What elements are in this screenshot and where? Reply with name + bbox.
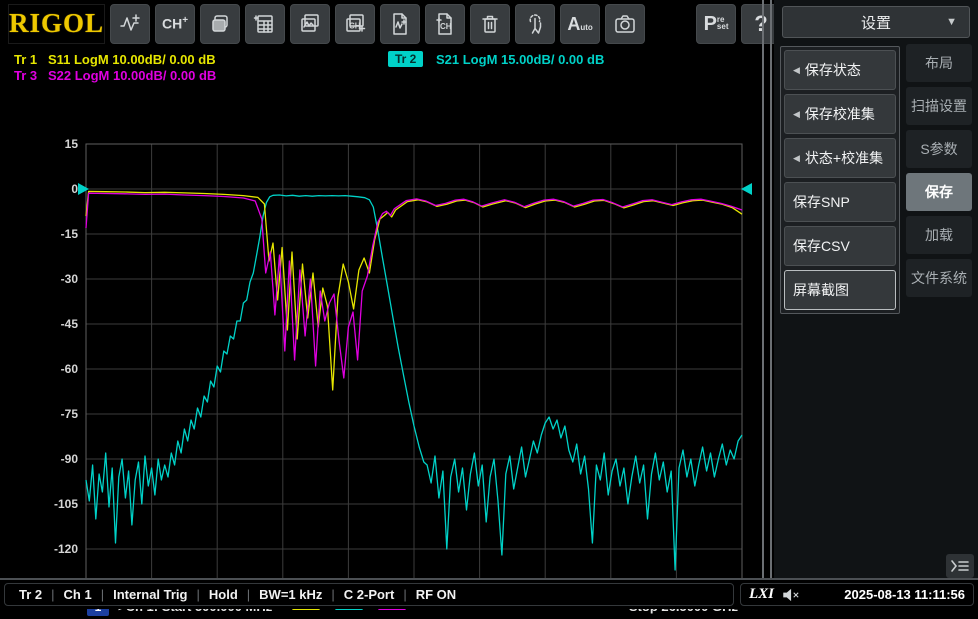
- svg-text:CH: CH: [349, 21, 361, 30]
- auto-icon: Auto: [567, 13, 593, 34]
- svg-text:-120: -120: [54, 542, 78, 556]
- svg-text:-45: -45: [61, 317, 79, 331]
- tab-load[interactable]: 加载: [906, 216, 972, 254]
- window-trace-icon: [301, 13, 319, 32]
- settings-sidebar: 设置 ▼ ◀ 保存状态 ◀ 保存校准集 ◀ 状态+校准集 保存SNP 保存CSV 屏幕…: [774, 0, 978, 578]
- status-if-bandwidth[interactable]: BW=1 kHz: [259, 587, 322, 602]
- add-trace-button[interactable]: [110, 3, 151, 44]
- left-arrow-icon: ◀: [793, 152, 800, 163]
- status-system-area: LXI 2025-08-13 11:11:56: [740, 583, 974, 606]
- svg-text:-60: -60: [61, 362, 79, 376]
- trace-window-button[interactable]: [290, 3, 331, 44]
- file-trace-icon: [393, 12, 407, 35]
- svg-text:0: 0: [71, 182, 78, 196]
- touch-button[interactable]: [515, 3, 556, 44]
- table-list-icon: [253, 14, 273, 33]
- panel-divider-right[interactable]: [770, 0, 772, 578]
- tab-file-system[interactable]: 文件系统: [906, 259, 972, 297]
- save-trace-file-button[interactable]: [380, 3, 421, 44]
- window-layout-button[interactable]: [200, 3, 241, 44]
- tab-save[interactable]: 保存: [906, 173, 972, 211]
- toolbar: RIGOL CH+ CH CH Auto P re set: [0, 0, 782, 47]
- state-plus-calset-button[interactable]: ◀ 状态+校准集: [784, 138, 896, 178]
- save-calset-button[interactable]: ◀ 保存校准集: [784, 94, 896, 134]
- tab-layout[interactable]: 布局: [906, 44, 972, 82]
- chevron-down-icon: ▼: [946, 16, 957, 28]
- hide-menu-button[interactable]: [946, 554, 974, 578]
- camera-icon: [615, 14, 635, 33]
- trace2-active-badge[interactable]: Tr 2: [388, 51, 424, 67]
- tab-sweep-settings[interactable]: 扫描设置: [906, 87, 972, 125]
- datetime-display: 2025-08-13 11:11:56: [844, 587, 965, 602]
- prompt-menu-icon: [951, 560, 969, 572]
- svg-text:-30: -30: [61, 272, 79, 286]
- status-message-area: Tr 2 | Ch 1 | Internal Trig | Hold | BW=1 kH…: [4, 583, 734, 606]
- left-arrow-icon: ◀: [793, 108, 800, 119]
- save-state-button[interactable]: ◀ 保存状态: [784, 50, 896, 90]
- touch-hand-icon: [529, 13, 542, 34]
- file-channel-icon: CH: [436, 12, 452, 35]
- graph-area: Tr 1 S11 LogM 10.00dB/ 0.00 dB Tr 3 S22 …: [0, 47, 762, 616]
- save-submenu: ◀ 保存状态 ◀ 保存校准集 ◀ 状态+校准集 保存SNP 保存CSV 屏幕截图: [780, 46, 900, 314]
- trace1-annotation[interactable]: Tr 1 S11 LogM 10.00dB/ 0.00 dB: [14, 52, 216, 67]
- rigol-logo: RIGOL: [8, 3, 106, 44]
- channel-window-button[interactable]: CH: [335, 3, 376, 44]
- left-arrow-icon: ◀: [793, 64, 800, 75]
- save-snp-button[interactable]: 保存SNP: [784, 182, 896, 222]
- tab-s-parameters[interactable]: S参数: [906, 130, 972, 168]
- lxi-logo[interactable]: LXI: [749, 586, 774, 603]
- preset-button[interactable]: P re set: [696, 3, 737, 44]
- speaker-muted-icon[interactable]: [782, 588, 800, 602]
- sparameter-plot[interactable]: 150-15-30-45-60-75-90-105-120-135: [0, 137, 762, 600]
- status-sweep-state[interactable]: Hold: [209, 587, 238, 602]
- svg-text:15: 15: [65, 137, 79, 151]
- status-trigger[interactable]: Internal Trig: [113, 587, 187, 602]
- status-active-channel[interactable]: Ch 1: [64, 587, 92, 602]
- svg-text:CH: CH: [440, 22, 452, 31]
- svg-text:-75: -75: [61, 407, 79, 421]
- auto-scale-button[interactable]: Auto: [560, 3, 601, 44]
- settings-tabs: 布局 扫描设置 S参数 保存 加载 文件系统: [906, 44, 972, 297]
- status-active-trace[interactable]: Tr 2: [19, 587, 42, 602]
- status-bar: Tr 2 | Ch 1 | Internal Trig | Hold | BW=1 kH…: [0, 578, 978, 609]
- channel-table-button[interactable]: [245, 3, 286, 44]
- window-layers-icon: [212, 14, 228, 32]
- svg-text:-90: -90: [61, 452, 79, 466]
- settings-menu-title: 设置: [860, 14, 891, 32]
- trace-wave-icon: [120, 13, 140, 31]
- save-csv-button[interactable]: 保存CSV: [784, 226, 896, 266]
- status-rf-state[interactable]: RF ON: [416, 587, 456, 602]
- window-channel-icon: CH: [346, 13, 366, 32]
- panel-divider-left: [762, 0, 764, 578]
- trace3-annotation[interactable]: Tr 3 S22 LogM 10.00dB/ 0.00 dB: [14, 68, 216, 83]
- trash-icon: [482, 15, 498, 33]
- channel-add-icon: CH+: [161, 15, 189, 32]
- save-channel-file-button[interactable]: CH: [425, 3, 466, 44]
- settings-menu-dropdown[interactable]: 设置 ▼: [782, 6, 970, 38]
- screenshot-button[interactable]: [605, 3, 646, 44]
- add-channel-button[interactable]: CH+: [155, 3, 196, 44]
- screen-capture-button[interactable]: 屏幕截图: [784, 270, 896, 310]
- svg-text:-105: -105: [54, 497, 78, 511]
- delete-button[interactable]: [470, 3, 511, 44]
- trace2-annotation[interactable]: S21 LogM 15.00dB/ 0.00 dB: [436, 52, 604, 67]
- status-calibration[interactable]: C 2-Port: [344, 587, 395, 602]
- svg-text:-15: -15: [61, 227, 79, 241]
- preset-icon: P re set: [703, 12, 729, 35]
